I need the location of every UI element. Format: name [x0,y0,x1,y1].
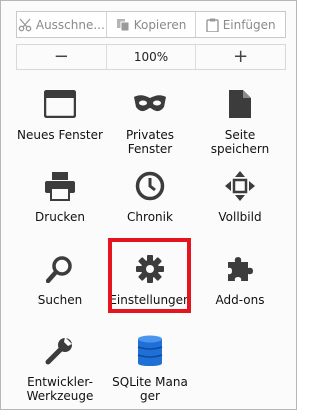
sqlite-manager-button[interactable]: SQLite Mana ger [105,333,195,403]
developer-tools-button[interactable]: Entwickler- Werkzeuge [15,333,105,403]
search-label: Suchen [37,293,83,307]
zoom-in-button[interactable]: + [196,45,285,69]
zoom-reset-button[interactable]: 100% [107,45,197,69]
edit-controls: Ausschne... Kopieren Einfügen [16,11,286,38]
printer-icon [42,168,78,204]
fullscreen-button[interactable]: Vollbild [195,168,285,224]
zoom-controls: − 100% + [16,44,286,70]
cut-label: Ausschne... [35,17,105,32]
minus-icon: − [53,46,69,67]
cut-button[interactable]: Ausschne... [17,12,107,37]
paste-label: Einfügen [222,17,276,32]
window-icon [42,86,78,122]
mask-icon [132,86,168,122]
fullscreen-icon [222,168,258,204]
settings-highlight-frame [108,238,191,313]
scissors-icon [18,18,32,31]
page-icon [222,86,258,122]
zoom-out-button[interactable]: − [17,45,107,69]
history-label: Chronik [127,210,173,224]
search-icon [42,251,78,287]
wrench-icon [42,333,78,369]
save-page-label: Seite speichern [210,128,270,156]
search-button[interactable]: Suchen [15,251,105,307]
copy-button[interactable]: Kopieren [107,12,197,37]
addons-label: Add-ons [215,293,265,307]
clipboard-icon [205,18,219,32]
paste-button[interactable]: Einfügen [196,12,285,37]
database-icon [132,333,168,369]
plus-icon: + [233,46,249,67]
copy-label: Kopieren [133,17,187,32]
private-window-label: Privates Fenster [125,128,175,156]
history-button[interactable]: Chronik [105,168,195,224]
private-window-button[interactable]: Privates Fenster [105,86,195,156]
addons-button[interactable]: Add-ons [195,251,285,307]
puzzle-icon [222,251,258,287]
copy-icon [116,18,130,31]
new-window-button[interactable]: Neues Fenster [15,86,105,142]
application-menu-panel: Ausschne... Kopieren Einfügen − 100% + N… [0,0,297,410]
print-label: Drucken [35,210,85,224]
clock-icon [132,168,168,204]
fullscreen-label: Vollbild [218,210,262,224]
save-page-button[interactable]: Seite speichern [195,86,285,156]
developer-tools-label: Entwickler- Werkzeuge [26,375,94,403]
new-window-label: Neues Fenster [17,128,103,142]
print-button[interactable]: Drucken [15,168,105,224]
zoom-level: 100% [133,50,169,64]
sqlite-manager-label: SQLite Mana ger [112,375,188,403]
